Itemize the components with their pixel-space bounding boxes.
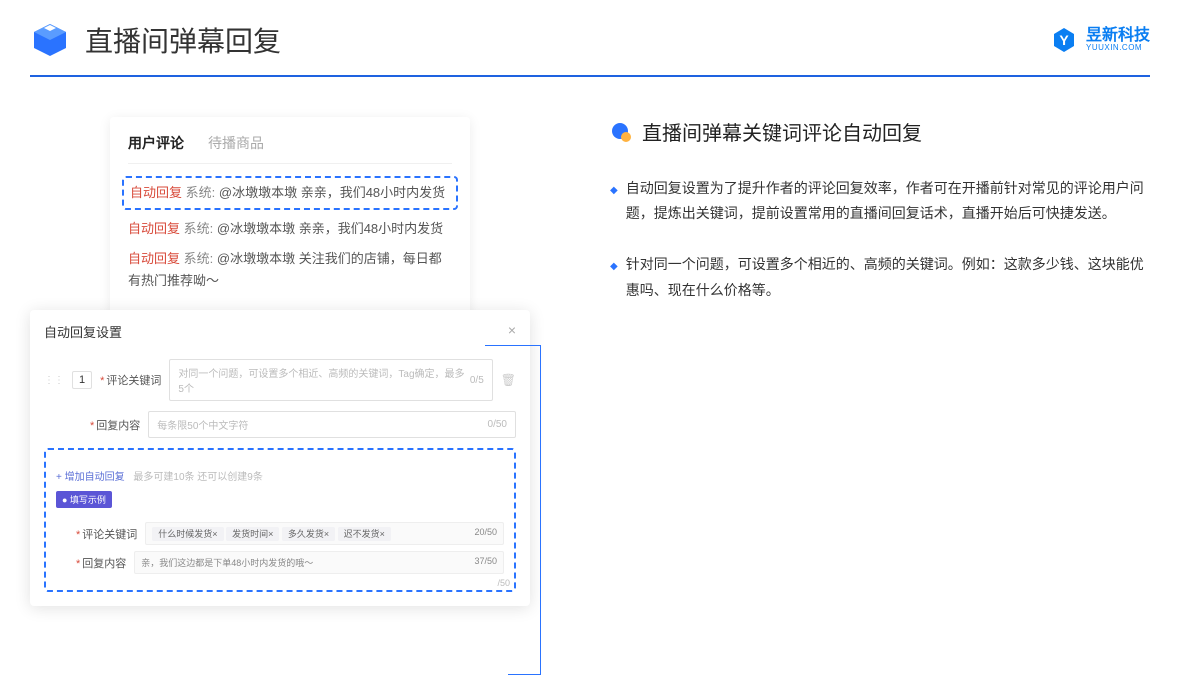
- auto-reply-tag: 自动回复: [130, 185, 182, 200]
- dialog-title: 自动回复设置: [44, 322, 122, 341]
- tab-pending-goods[interactable]: 待播商品: [208, 133, 264, 153]
- keyword-tag: 什么时候发货×: [152, 527, 223, 541]
- auto-reply-settings-dialog: 自动回复设置 × ⋮⋮ 1 *评论关键词 对同一个问题，可设置多个相近、高频的关…: [30, 310, 530, 606]
- row-number: 1: [72, 371, 92, 389]
- bullet-item: ◆自动回复设置为了提升作者的评论回复效率，作者可在开播前针对常见的评论用户问题，…: [610, 176, 1150, 226]
- comment-highlighted: 自动回复 系统: @冰墩墩本墩 亲亲，我们48小时内发货: [122, 176, 458, 210]
- example-keyword-field: 什么时候发货× 发货时间× 多久发货× 迟不发货× 20/50: [145, 522, 504, 545]
- example-content-field: 亲，我们这边都是下单48小时内发货的哦～ 37/50: [134, 551, 504, 574]
- brand-logo: Y 昱新科技 YUUXIN.COM: [1050, 26, 1150, 54]
- keyword-tag: 发货时间×: [226, 527, 279, 541]
- comment-panel: 用户评论 待播商品 自动回复 系统: @冰墩墩本墩 亲亲，我们48小时内发货 自…: [110, 117, 470, 320]
- keyword-tag: 多久发货×: [282, 527, 335, 541]
- page-title: 直播间弹幕回复: [85, 20, 281, 60]
- logo-text-sub: YUUXIN.COM: [1086, 44, 1150, 52]
- comment-item: 自动回复 系统: @冰墩墩本墩 亲亲，我们48小时内发货: [128, 218, 452, 240]
- keyword-tag: 迟不发货×: [338, 527, 391, 541]
- add-hint: 最多可建10条 还可以创建9条: [133, 472, 262, 483]
- logo-text-main: 昱新科技: [1086, 28, 1150, 44]
- comment-item: 自动回复 系统: @冰墩墩本墩 关注我们的店铺，每日都有热门推荐呦～: [128, 248, 452, 292]
- close-icon[interactable]: ×: [508, 322, 516, 341]
- keyword-input[interactable]: 对同一个问题，可设置多个相近、高频的关键词，Tag确定，最多5个 0/5: [169, 359, 492, 401]
- connector-line: [540, 345, 541, 675]
- logo-icon: Y: [1050, 26, 1078, 54]
- cube-icon: [30, 20, 70, 60]
- system-label: 系统:: [186, 185, 216, 200]
- example-section: + 增加自动回复 最多可建10条 还可以创建9条 ● 填写示例 *评论关键词 什…: [44, 448, 516, 592]
- comment-text: @冰墩墩本墩 亲亲，我们48小时内发货: [219, 185, 445, 200]
- outside-counter: /50: [497, 578, 510, 588]
- content-label: *回复内容: [90, 417, 140, 433]
- add-auto-reply-link[interactable]: + 增加自动回复: [56, 472, 125, 483]
- bullet-item: ◆针对同一个问题，可设置多个相近的、高频的关键词。例如：这款多少钱、这块能优惠吗…: [610, 252, 1150, 302]
- svg-text:Y: Y: [1059, 32, 1069, 48]
- drag-icon[interactable]: ⋮⋮: [44, 375, 64, 386]
- section-subtitle: 直播间弹幕关键词评论自动回复: [642, 117, 922, 146]
- delete-icon[interactable]: 🗑: [501, 373, 516, 387]
- keyword-label: *评论关键词: [100, 372, 161, 388]
- bullet-icon: [610, 121, 632, 143]
- content-input[interactable]: 每条限50个中文字符 0/50: [148, 411, 516, 438]
- example-badge: ● 填写示例: [56, 491, 112, 508]
- tab-user-comments[interactable]: 用户评论: [128, 133, 184, 153]
